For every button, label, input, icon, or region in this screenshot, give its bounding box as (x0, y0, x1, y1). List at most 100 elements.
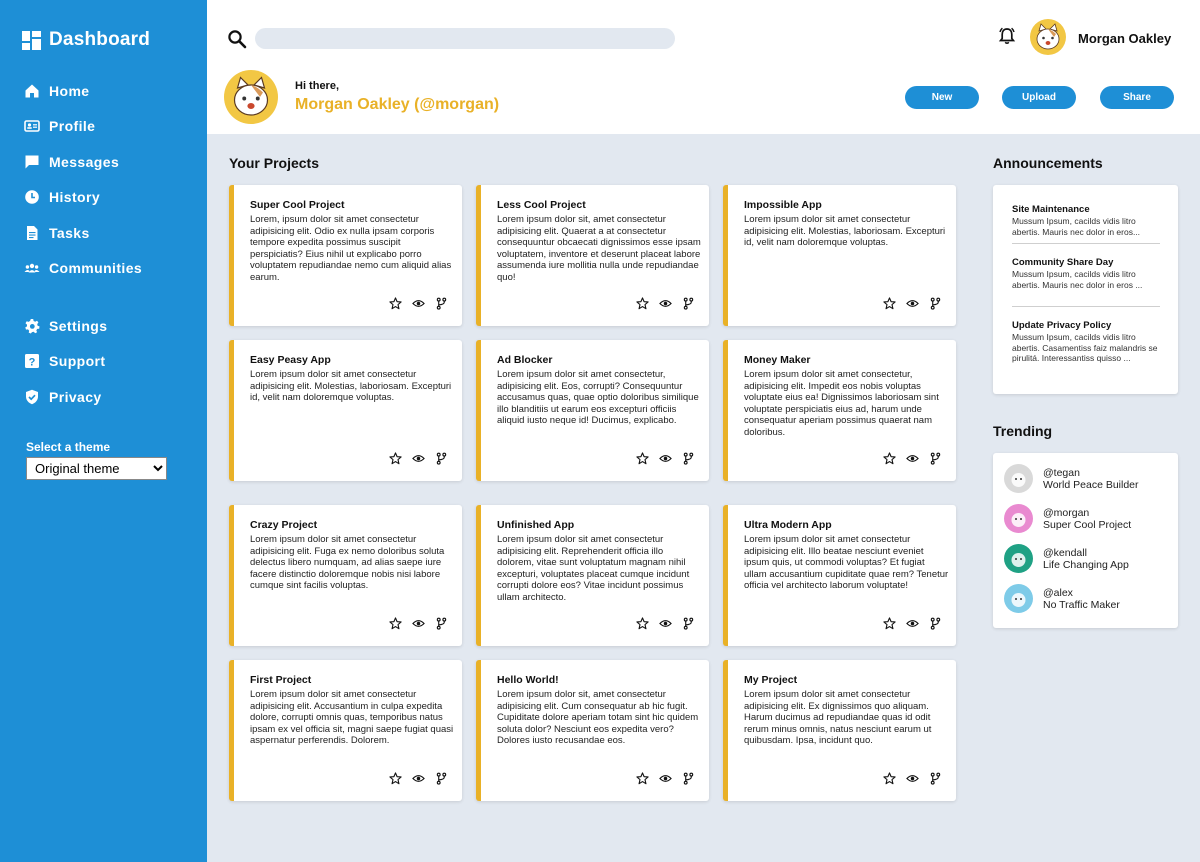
upload-button[interactable]: Upload (1002, 86, 1076, 109)
search-icon[interactable] (227, 29, 247, 49)
trending-item[interactable]: @kendall Life Changing App (1004, 544, 1129, 573)
project-card[interactable]: Impossible App Lorem ipsum dolor sit amet… (723, 185, 956, 326)
fork-icon[interactable] (682, 297, 695, 310)
project-description: Lorem ipsum dolor sit amet consectetur, … (497, 369, 699, 426)
project-card[interactable]: Ultra Modern App Lorem ipsum dolor sit am… (723, 505, 956, 646)
project-card[interactable]: My Project Lorem ipsum dolor sit amet con… (723, 660, 956, 801)
share-button[interactable]: Share (1100, 86, 1174, 109)
project-title: Money Maker (744, 354, 811, 366)
star-icon[interactable] (883, 297, 896, 310)
fork-icon[interactable] (435, 452, 448, 465)
project-card[interactable]: Crazy Project Lorem ipsum dolor sit amet … (229, 505, 462, 646)
sidebar-item-privacy[interactable]: Privacy (24, 389, 102, 405)
fork-icon[interactable] (682, 617, 695, 630)
project-card[interactable]: First Project Lorem ipsum dolor sit amet … (229, 660, 462, 801)
announcement-item[interactable]: Community Share Day Mussum Ipsum, cacild… (1012, 257, 1160, 290)
sidebar-item-messages[interactable]: Messages (24, 154, 119, 170)
project-title: Easy Peasy App (250, 354, 331, 366)
search-input[interactable] (255, 28, 675, 49)
sidebar-item-label: Profile (49, 118, 96, 134)
star-icon[interactable] (636, 617, 649, 630)
brand[interactable]: Dashboard (22, 29, 150, 51)
watch-icon[interactable] (906, 772, 919, 785)
watch-icon[interactable] (412, 452, 425, 465)
star-icon[interactable] (636, 452, 649, 465)
trending-text: @alex No Traffic Maker (1043, 587, 1120, 611)
announcement-title: Community Share Day (1012, 257, 1114, 268)
watch-icon[interactable] (412, 297, 425, 310)
user-name[interactable]: Morgan Oakley (1078, 31, 1171, 46)
project-card[interactable]: Money Maker Lorem ipsum dolor sit amet co… (723, 340, 956, 481)
watch-icon[interactable] (412, 772, 425, 785)
sidebar-item-history[interactable]: History (24, 189, 100, 205)
trending-text: @morgan Super Cool Project (1043, 507, 1131, 531)
project-actions (636, 452, 695, 465)
bell-icon[interactable] (997, 26, 1017, 46)
trending-text: @tegan World Peace Builder (1043, 467, 1139, 491)
sidebar-item-label: Tasks (49, 225, 90, 241)
watch-icon[interactable] (906, 452, 919, 465)
trending-project: No Traffic Maker (1043, 598, 1120, 611)
fork-icon[interactable] (682, 772, 695, 785)
animal-avatar-icon (1011, 473, 1026, 487)
star-icon[interactable] (636, 297, 649, 310)
star-icon[interactable] (883, 617, 896, 630)
project-title: Ad Blocker (497, 354, 553, 366)
theme-select[interactable]: Original theme (26, 457, 167, 480)
star-icon[interactable] (389, 617, 402, 630)
star-icon[interactable] (389, 452, 402, 465)
sidebar-item-home[interactable]: Home (24, 83, 90, 99)
trending-item[interactable]: @morgan Super Cool Project (1004, 504, 1131, 533)
project-card[interactable]: Less Cool Project Lorem ipsum dolor sit, … (476, 185, 709, 326)
fork-icon[interactable] (929, 617, 942, 630)
project-card[interactable]: Easy Peasy App Lorem ipsum dolor sit amet… (229, 340, 462, 481)
watch-icon[interactable] (659, 297, 672, 310)
greeting-name: Morgan Oakley (@morgan) (295, 96, 500, 113)
sidebar-item-label: Messages (49, 154, 120, 170)
new-button[interactable]: New (905, 86, 979, 109)
avatar[interactable] (1030, 19, 1066, 55)
watch-icon[interactable] (906, 617, 919, 630)
star-icon[interactable] (389, 297, 402, 310)
star-icon[interactable] (636, 772, 649, 785)
announcement-item[interactable]: Site Maintenance Mussum Ipsum, cacilds v… (1012, 204, 1160, 237)
project-card[interactable]: Ad Blocker Lorem ipsum dolor sit amet con… (476, 340, 709, 481)
sidebar-item-settings[interactable]: Settings (24, 318, 107, 334)
project-card[interactable]: Unfinished App Lorem ipsum dolor sit amet… (476, 505, 709, 646)
fork-icon[interactable] (435, 617, 448, 630)
announcement-item[interactable]: Update Privacy Policy Mussum Ipsum, caci… (1012, 320, 1160, 364)
star-icon[interactable] (883, 772, 896, 785)
cat-avatar-icon (233, 76, 269, 116)
sidebar-item-label: Settings (49, 318, 108, 334)
project-card[interactable]: Hello World! Lorem ipsum dolor sit, amet … (476, 660, 709, 801)
trending-item[interactable]: @tegan World Peace Builder (1004, 464, 1139, 493)
trending-item[interactable]: @alex No Traffic Maker (1004, 584, 1120, 613)
fork-icon[interactable] (929, 772, 942, 785)
sidebar-item-profile[interactable]: Profile (24, 118, 95, 134)
trending-project: World Peace Builder (1043, 478, 1139, 491)
star-icon[interactable] (389, 772, 402, 785)
watch-icon[interactable] (659, 617, 672, 630)
fork-icon[interactable] (929, 297, 942, 310)
fork-icon[interactable] (435, 297, 448, 310)
fork-icon[interactable] (682, 452, 695, 465)
avatar (1004, 504, 1033, 533)
watch-icon[interactable] (412, 617, 425, 630)
project-actions (883, 617, 942, 630)
sidebar-item-support[interactable]: ? Support (24, 353, 105, 369)
watch-icon[interactable] (659, 772, 672, 785)
group-icon (24, 263, 40, 273)
watch-icon[interactable] (906, 297, 919, 310)
trending-handle: @morgan (1043, 506, 1090, 519)
sidebar-item-communities[interactable]: Communities (24, 260, 142, 276)
fork-icon[interactable] (929, 452, 942, 465)
announcement-title: Update Privacy Policy (1012, 320, 1112, 331)
fork-icon[interactable] (435, 772, 448, 785)
project-card[interactable]: Super Cool Project Lorem, ipsum dolor sit… (229, 185, 462, 326)
sidebar-item-tasks[interactable]: Tasks (24, 225, 90, 241)
project-actions (636, 297, 695, 310)
project-title: Ultra Modern App (744, 519, 832, 531)
star-icon[interactable] (883, 452, 896, 465)
watch-icon[interactable] (659, 452, 672, 465)
dashboard-icon (22, 30, 41, 50)
